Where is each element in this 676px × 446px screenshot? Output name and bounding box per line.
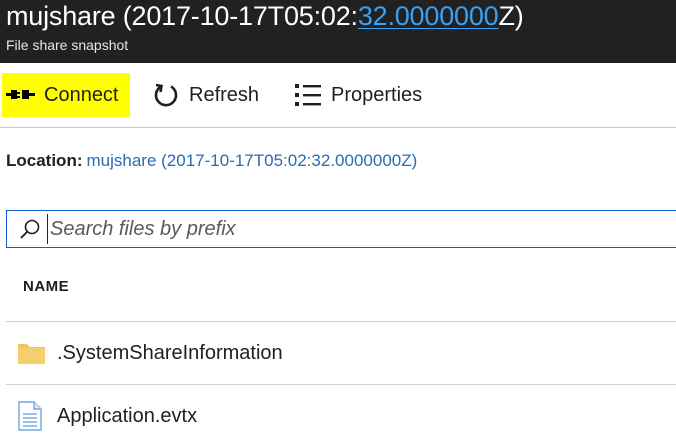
location-label: Location: [6,151,83,170]
blade-subtitle: File share snapshot [6,37,129,53]
table-row[interactable]: .SystemShareInformation [6,323,676,383]
search-input[interactable] [47,214,650,244]
properties-button[interactable]: Properties [294,73,422,117]
row-name: .SystemShareInformation [57,341,283,364]
refresh-button[interactable]: Refresh [152,73,259,117]
location-line: Location: mujshare (2017-10-17T05:02:32.0… [6,150,417,172]
title-suffix: Z) [498,1,524,31]
properties-label: Properties [331,83,423,106]
connect-label: Connect [44,83,119,106]
search-box [6,210,676,248]
title-prefix: mujshare (2017-10-17T05:02: [6,1,358,31]
refresh-icon [152,81,180,109]
refresh-label: Refresh [189,83,260,106]
row-name: Application.evtx [57,404,198,427]
table-row[interactable]: Application.evtx [6,386,676,446]
plug-icon [6,87,36,103]
blade-header: mujshare (2017-10-17T05:02:32.0000000Z) … [0,0,676,63]
connect-button[interactable]: Connect [2,73,130,117]
header-divider [6,321,676,322]
title-highlight: 32.0000000 [357,1,499,31]
blade-title: mujshare (2017-10-17T05:02:32.0000000Z) [6,0,524,34]
folder-icon [17,341,47,365]
row-divider [6,384,676,385]
location-link[interactable]: mujshare (2017-10-17T05:02:32.0000000Z) [87,151,418,170]
search-icon [19,218,41,240]
list-icon [294,82,322,108]
command-bar: Connect Refresh Properties [0,63,676,128]
file-icon [17,401,47,431]
column-header-name[interactable]: NAME [23,278,69,295]
